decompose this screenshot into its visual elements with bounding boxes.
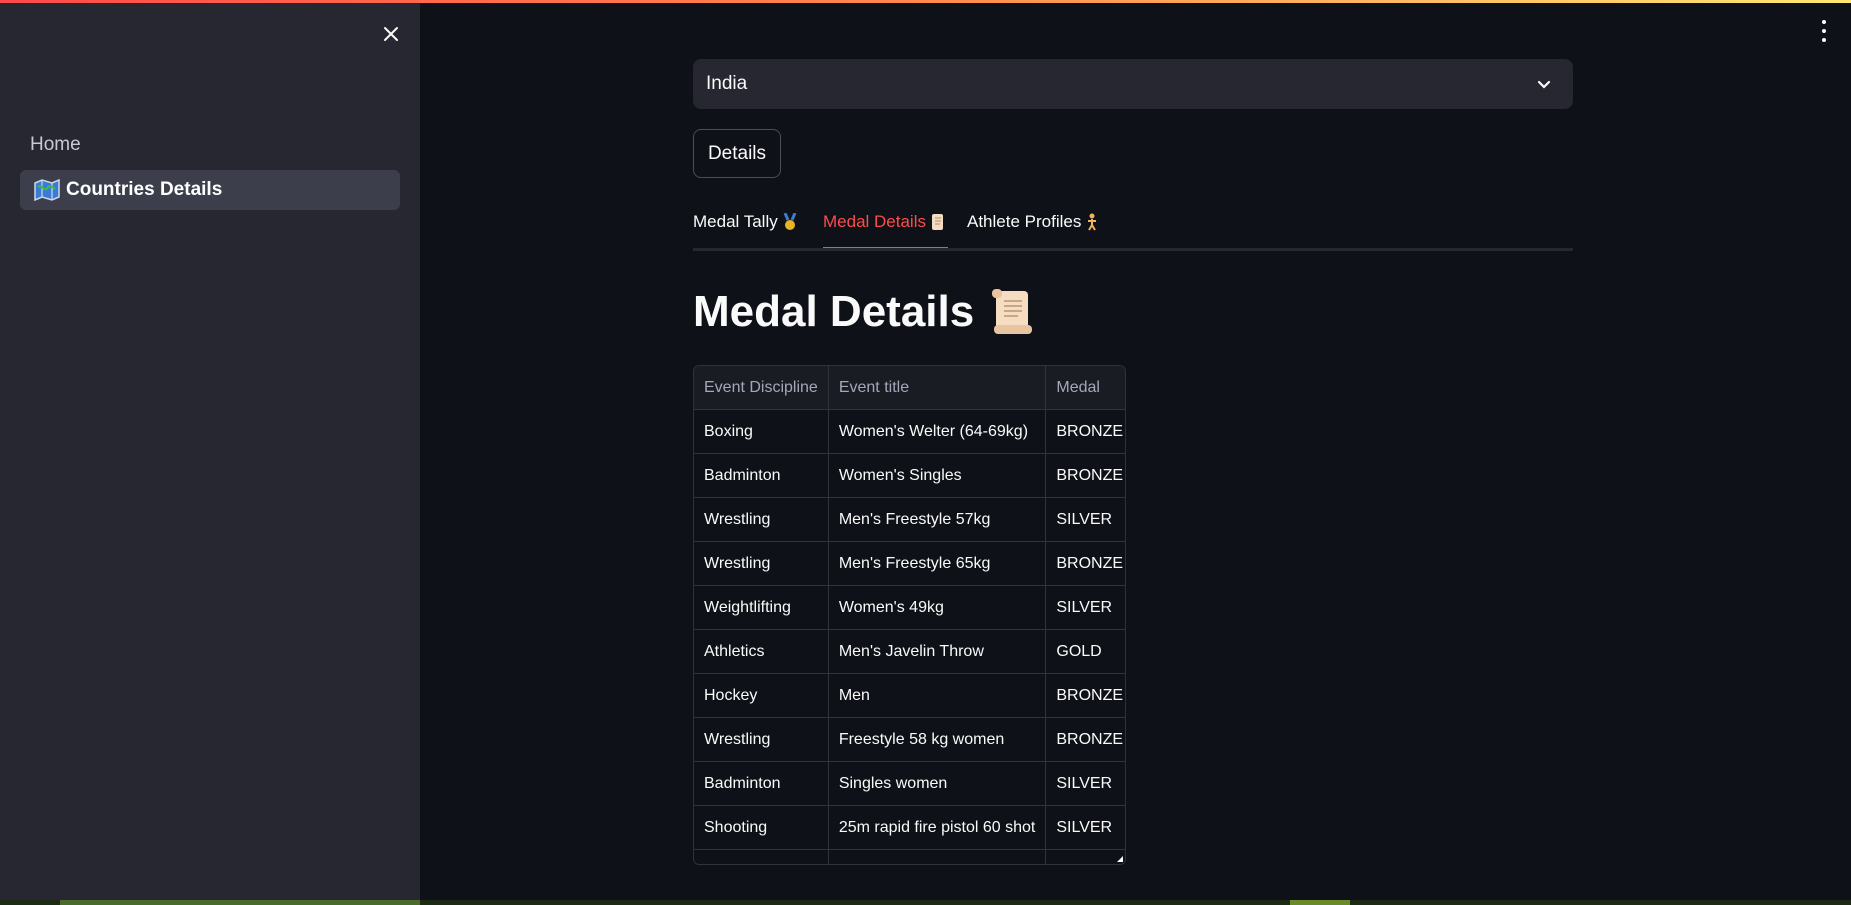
page-title-text: Medal Details [693, 287, 975, 336]
table-cell: Men's Freestyle 65kg [828, 541, 1047, 586]
table-row[interactable]: Weightlifting Women's 49kg SILVER [694, 585, 1125, 630]
table-row[interactable]: Wrestling Freestyle 58 kg women BRONZE [694, 717, 1125, 762]
table-row[interactable]: Shooting 25m rapid fire pistol 60 shot S… [694, 805, 1125, 850]
athlete-icon [1088, 213, 1097, 231]
tab-bar: Medal Tally Medal Details Athlete Profil… [693, 208, 1573, 252]
table-cell: BRONZE [1045, 717, 1125, 762]
details-button[interactable]: Details [693, 129, 781, 178]
chevron-down-icon [1537, 77, 1551, 95]
table-row[interactable]: Hockey Men BRONZE [694, 673, 1125, 718]
table-cell: SILVER [1045, 497, 1125, 542]
table-row[interactable]: Badminton Women's Singles BRONZE [694, 453, 1125, 498]
table-cell: Women's 49kg [828, 585, 1047, 630]
medal-icon [783, 213, 797, 230]
table-cell: Weightlifting [694, 585, 829, 630]
table-cell [1045, 849, 1125, 864]
table-row[interactable]: Athletics Men's Javelin Throw GOLD [694, 629, 1125, 674]
tab-athlete-profiles[interactable]: Athlete Profiles [967, 212, 1099, 232]
country-select-value: India [706, 73, 748, 94]
main-menu-button[interactable] [1820, 20, 1828, 42]
table-cell: Singles women [828, 761, 1047, 806]
table-cell: Badminton [694, 453, 829, 498]
table-cell: Boxing [694, 409, 829, 454]
table-cell: Shooting [694, 805, 829, 850]
table-cell: Women's Singles [828, 453, 1047, 498]
close-icon [384, 27, 398, 41]
table-row[interactable]: Boxing Women's Welter (64-69kg) BRONZE [694, 409, 1125, 454]
page-title: Medal Details [693, 287, 1038, 337]
table-row[interactable] [694, 849, 1125, 864]
medal-details-table[interactable]: Event Discipline Event title Medal Boxin… [693, 365, 1126, 865]
table-resize-handle[interactable] [1117, 856, 1123, 862]
table-header-row: Event Discipline Event title Medal [694, 366, 1125, 410]
table-cell [828, 849, 1047, 864]
table-cell: SILVER [1045, 761, 1125, 806]
map-icon [34, 179, 60, 201]
table-cell: Men's Javelin Throw [828, 629, 1047, 674]
tab-label: Athlete Profiles [967, 212, 1082, 231]
tab-label: Medal Details [823, 212, 926, 231]
table-cell: Men [828, 673, 1047, 718]
table-row[interactable]: Badminton Singles women SILVER [694, 761, 1125, 806]
table-cell: SILVER [1045, 805, 1125, 850]
sidebar-item-countries-details[interactable]: Countries Details [20, 170, 400, 210]
table-cell: Wrestling [694, 497, 829, 542]
bottom-status-strip [0, 900, 1851, 905]
tab-label: Medal Tally [693, 212, 778, 231]
table-cell: Athletics [694, 629, 829, 674]
table-cell: GOLD [1045, 629, 1125, 674]
table-cell: 25m rapid fire pistol 60 shot [828, 805, 1047, 850]
table-cell: Hockey [694, 673, 829, 718]
table-cell: SILVER [1045, 585, 1125, 630]
table-cell: BRONZE [1045, 673, 1125, 718]
sidebar-item-label: Countries Details [66, 179, 223, 200]
scroll-icon [992, 289, 1033, 334]
table-row[interactable]: Wrestling Men's Freestyle 57kg SILVER [694, 497, 1125, 542]
table-cell: Men's Freestyle 57kg [828, 497, 1047, 542]
table-cell: Freestyle 58 kg women [828, 717, 1047, 762]
close-sidebar-button[interactable] [378, 21, 404, 47]
column-header[interactable]: Medal [1045, 366, 1125, 410]
table-cell: Women's Welter (64-69kg) [828, 409, 1047, 454]
sidebar: Home Countries Details [0, 3, 420, 900]
tab-medal-details[interactable]: Medal Details [823, 212, 946, 232]
table-cell: Wrestling [694, 717, 829, 762]
tab-divider [693, 248, 1573, 251]
table-cell: Wrestling [694, 541, 829, 586]
table-cell [694, 849, 829, 864]
column-header[interactable]: Event Discipline [694, 366, 829, 410]
table-cell: BRONZE [1045, 541, 1125, 586]
table-cell: BRONZE [1045, 409, 1125, 454]
scroll-icon [932, 214, 943, 230]
table-cell: Badminton [694, 761, 829, 806]
tab-medal-tally[interactable]: Medal Tally [693, 212, 798, 232]
sidebar-item-home[interactable]: Home [30, 134, 81, 156]
table-cell: BRONZE [1045, 453, 1125, 498]
country-select[interactable]: India [693, 59, 1573, 109]
table-row[interactable]: Wrestling Men's Freestyle 65kg BRONZE [694, 541, 1125, 586]
column-header[interactable]: Event title [828, 366, 1047, 410]
